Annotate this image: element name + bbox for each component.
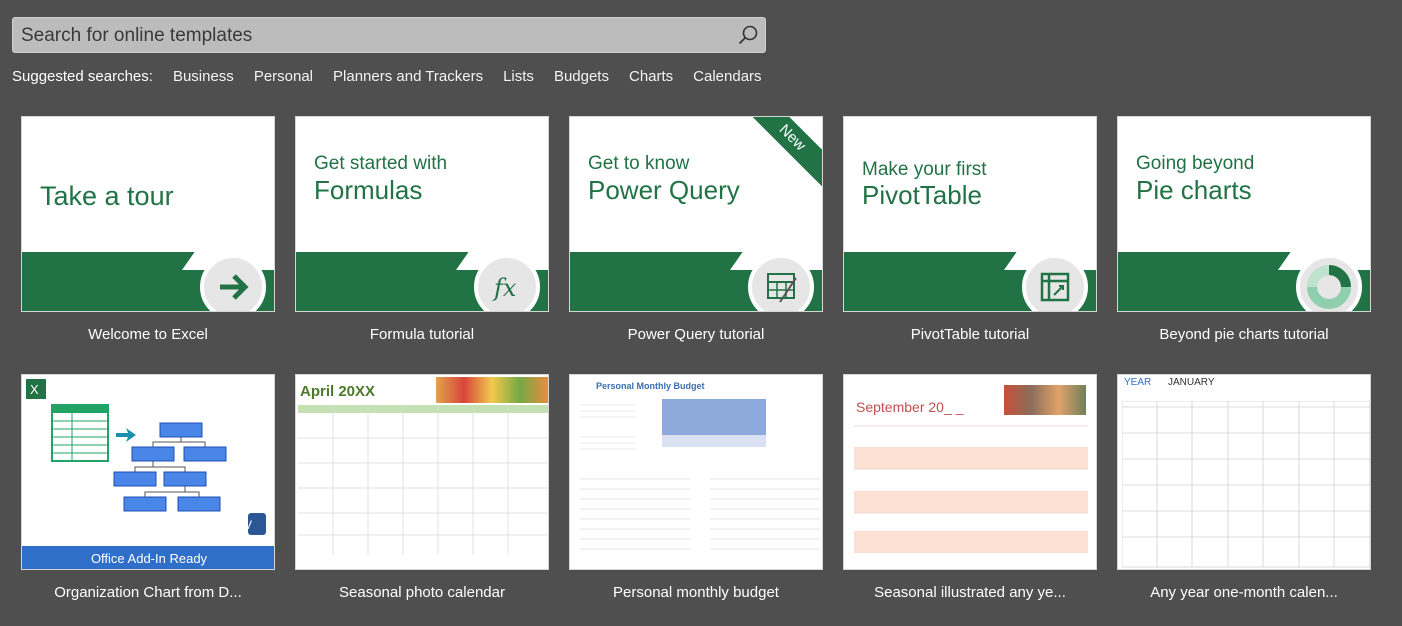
suggest-link-personal[interactable]: Personal — [254, 68, 313, 85]
budget-sheet — [580, 399, 820, 550]
template-thumbnail[interactable]: April 20XX — [295, 374, 549, 570]
budget-title: Personal Monthly Budget — [596, 381, 705, 391]
suggest-link-calendars[interactable]: Calendars — [693, 68, 761, 85]
suggest-link-business[interactable]: Business — [173, 68, 234, 85]
template-thumbnail[interactable]: Get to know Power Query New — [569, 116, 823, 312]
template-thumbnail[interactable]: X V Office Add-In Ready — [21, 374, 275, 570]
calendar-title: April 20XX — [300, 383, 376, 400]
thumb-heading: Formulas — [314, 175, 423, 205]
svg-text:fx: fx — [492, 274, 517, 302]
search-icon[interactable] — [737, 24, 759, 46]
calendar-grid — [298, 405, 548, 555]
suggest-link-budgets[interactable]: Budgets — [554, 68, 609, 85]
thumb-heading: PivotTable — [862, 180, 982, 210]
template-caption: Beyond pie charts tutorial — [1159, 326, 1329, 343]
new-badge: New — [740, 117, 822, 190]
template-thumbnail[interactable]: YEAR JANUARY — [1117, 374, 1371, 570]
template-caption: Formula tutorial — [369, 326, 475, 343]
suggested-label: Suggested searches: — [12, 67, 153, 85]
donut-chart-icon — [1296, 254, 1362, 311]
template-caption: Organization Chart from D... — [54, 584, 242, 601]
houses-illustration — [1004, 385, 1086, 415]
search-input[interactable] — [19, 22, 723, 50]
template-thumbnail[interactable]: Going beyond Pie charts — [1117, 116, 1371, 312]
add-in-banner: Office Add-In Ready — [22, 546, 274, 569]
spring-flowers-image — [436, 377, 548, 403]
table-edit-icon — [748, 254, 814, 311]
thumb-subheading: Going beyond — [1136, 153, 1255, 174]
function-fx-icon: fx — [474, 254, 540, 311]
template-caption: Seasonal photo calendar — [339, 584, 505, 601]
search-box[interactable] — [12, 17, 766, 53]
thumb-heading: Pie charts — [1136, 175, 1252, 205]
template-caption: Seasonal illustrated any ye... — [874, 584, 1066, 601]
template-thumbnail[interactable]: Make your first PivotTable — [843, 116, 1097, 312]
template-caption: Welcome to Excel — [88, 326, 208, 343]
thumb-heading: Take a tour — [40, 181, 174, 211]
arrow-right-icon — [200, 254, 266, 311]
template-thumbnail[interactable]: Personal Monthly Budget — [569, 374, 823, 570]
thumb-subheading: Make your first — [862, 159, 987, 180]
template-thumbnail[interactable]: September 20_ _ — [843, 374, 1097, 570]
year-label: YEAR — [1124, 377, 1152, 388]
suggest-link-lists[interactable]: Lists — [503, 68, 534, 85]
calendar-grid — [854, 425, 1088, 553]
suggest-link-charts[interactable]: Charts — [629, 68, 673, 85]
month-label: JANUARY — [1168, 377, 1215, 388]
template-caption: PivotTable tutorial — [910, 326, 1030, 343]
org-chart-illustration: X V — [26, 379, 266, 535]
svg-text:V: V — [244, 518, 252, 532]
template-caption: Power Query tutorial — [627, 326, 765, 343]
calendar-grid — [1122, 401, 1370, 568]
thumb-subheading: Get to know — [588, 153, 690, 174]
template-thumbnail[interactable]: Get started with Formulas fx — [295, 116, 549, 312]
suggested-searches: Suggested searches: Business Personal Pl… — [12, 66, 782, 86]
template-caption: Personal monthly budget — [613, 584, 779, 601]
calendar-title: September 20_ _ — [856, 399, 964, 415]
template-thumbnail[interactable]: Take a tour — [21, 116, 275, 312]
pivot-table-icon — [1022, 254, 1088, 311]
svg-text:X: X — [30, 382, 39, 397]
thumb-heading: Power Query — [588, 175, 740, 205]
suggest-link-planners[interactable]: Planners and Trackers — [333, 68, 483, 85]
template-caption: Any year one-month calen... — [1150, 584, 1338, 601]
thumb-subheading: Get started with — [314, 153, 448, 174]
